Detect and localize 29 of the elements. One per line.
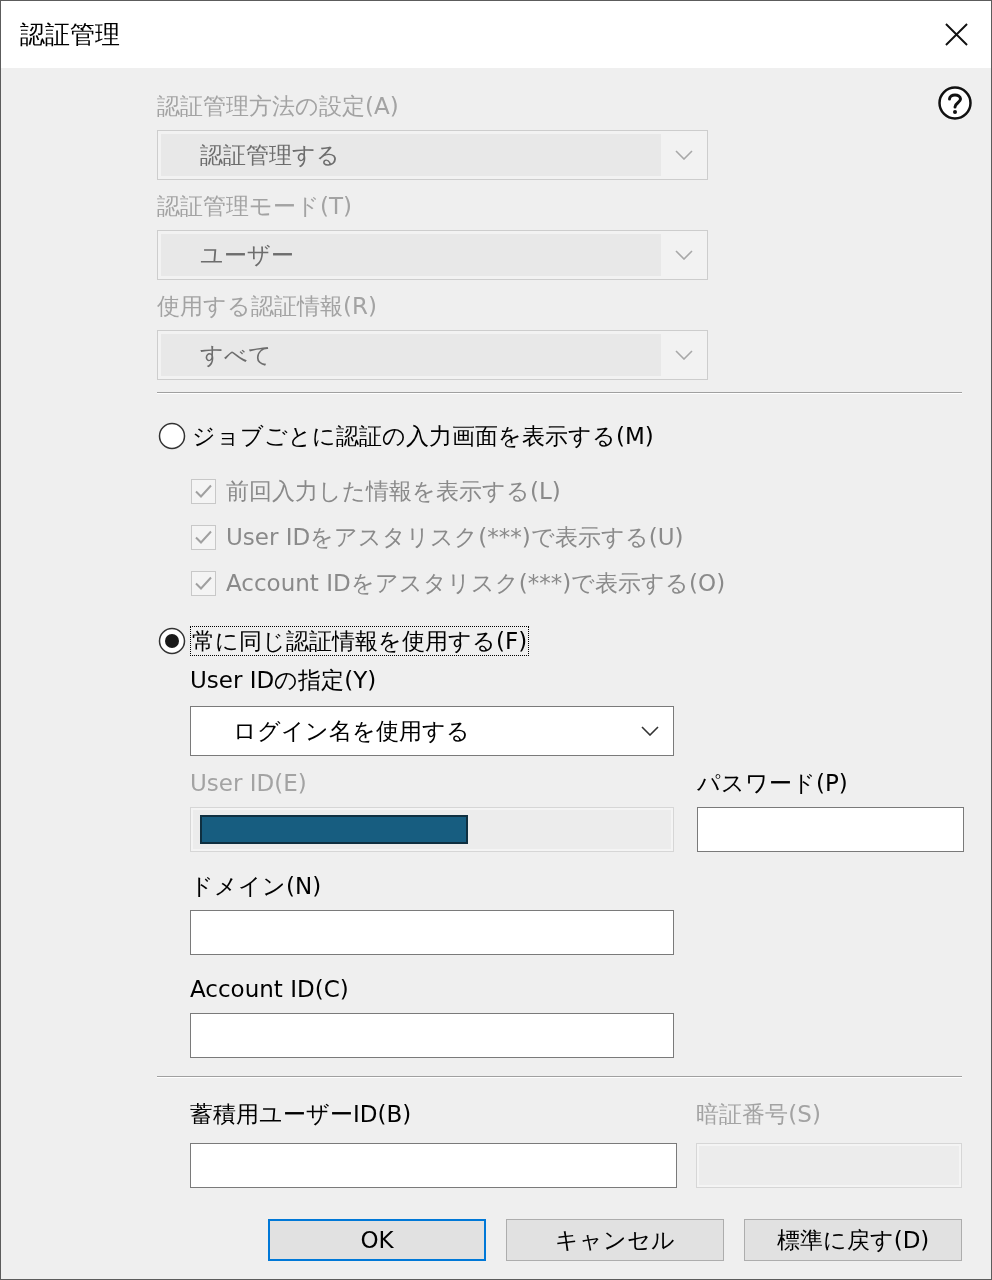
cancel-button[interactable]: キャンセル [506, 1219, 724, 1261]
account-id-field[interactable] [190, 1013, 674, 1058]
help-icon[interactable] [938, 86, 972, 120]
field-label: 暗証番号(S) [696, 1100, 821, 1128]
chevron-down-icon [675, 250, 693, 260]
field-label: 使用する認証情報(R) [157, 292, 377, 320]
field-label: ドメイン(N) [190, 872, 322, 900]
password-field[interactable] [697, 807, 964, 852]
radio-button[interactable] [158, 627, 186, 655]
dropdown[interactable]: ログイン名を使用する [190, 706, 674, 756]
field-label: 蓄積用ユーザーID(B) [190, 1100, 412, 1128]
field-label: User IDの指定(Y) [190, 666, 377, 694]
radio-button[interactable] [158, 422, 186, 450]
close-icon[interactable] [945, 23, 968, 46]
domain-field[interactable] [190, 910, 674, 955]
radio-label[interactable]: 常に同じ認証情報を使用する(F) [190, 626, 530, 656]
field-label: 認証管理モード(T) [157, 192, 352, 220]
field-label: パスワード(P) [697, 769, 848, 797]
chevron-down-icon [675, 150, 693, 160]
chevron-down-icon [641, 726, 659, 736]
window-title: 認証管理 [20, 18, 120, 51]
ok-button[interactable]: OK [268, 1219, 486, 1261]
reset-defaults-button[interactable]: 標準に戻す(D) [744, 1219, 962, 1261]
storage-user-id-field[interactable] [190, 1143, 678, 1188]
field-label: 認証管理方法の設定(A) [157, 92, 399, 120]
radio-label[interactable]: ジョブごとに認証の入力画面を表示する(M) [190, 421, 656, 451]
field-label: Account ID(C) [190, 975, 349, 1003]
chevron-down-icon [675, 350, 693, 360]
field-label: User ID(E) [190, 769, 307, 797]
